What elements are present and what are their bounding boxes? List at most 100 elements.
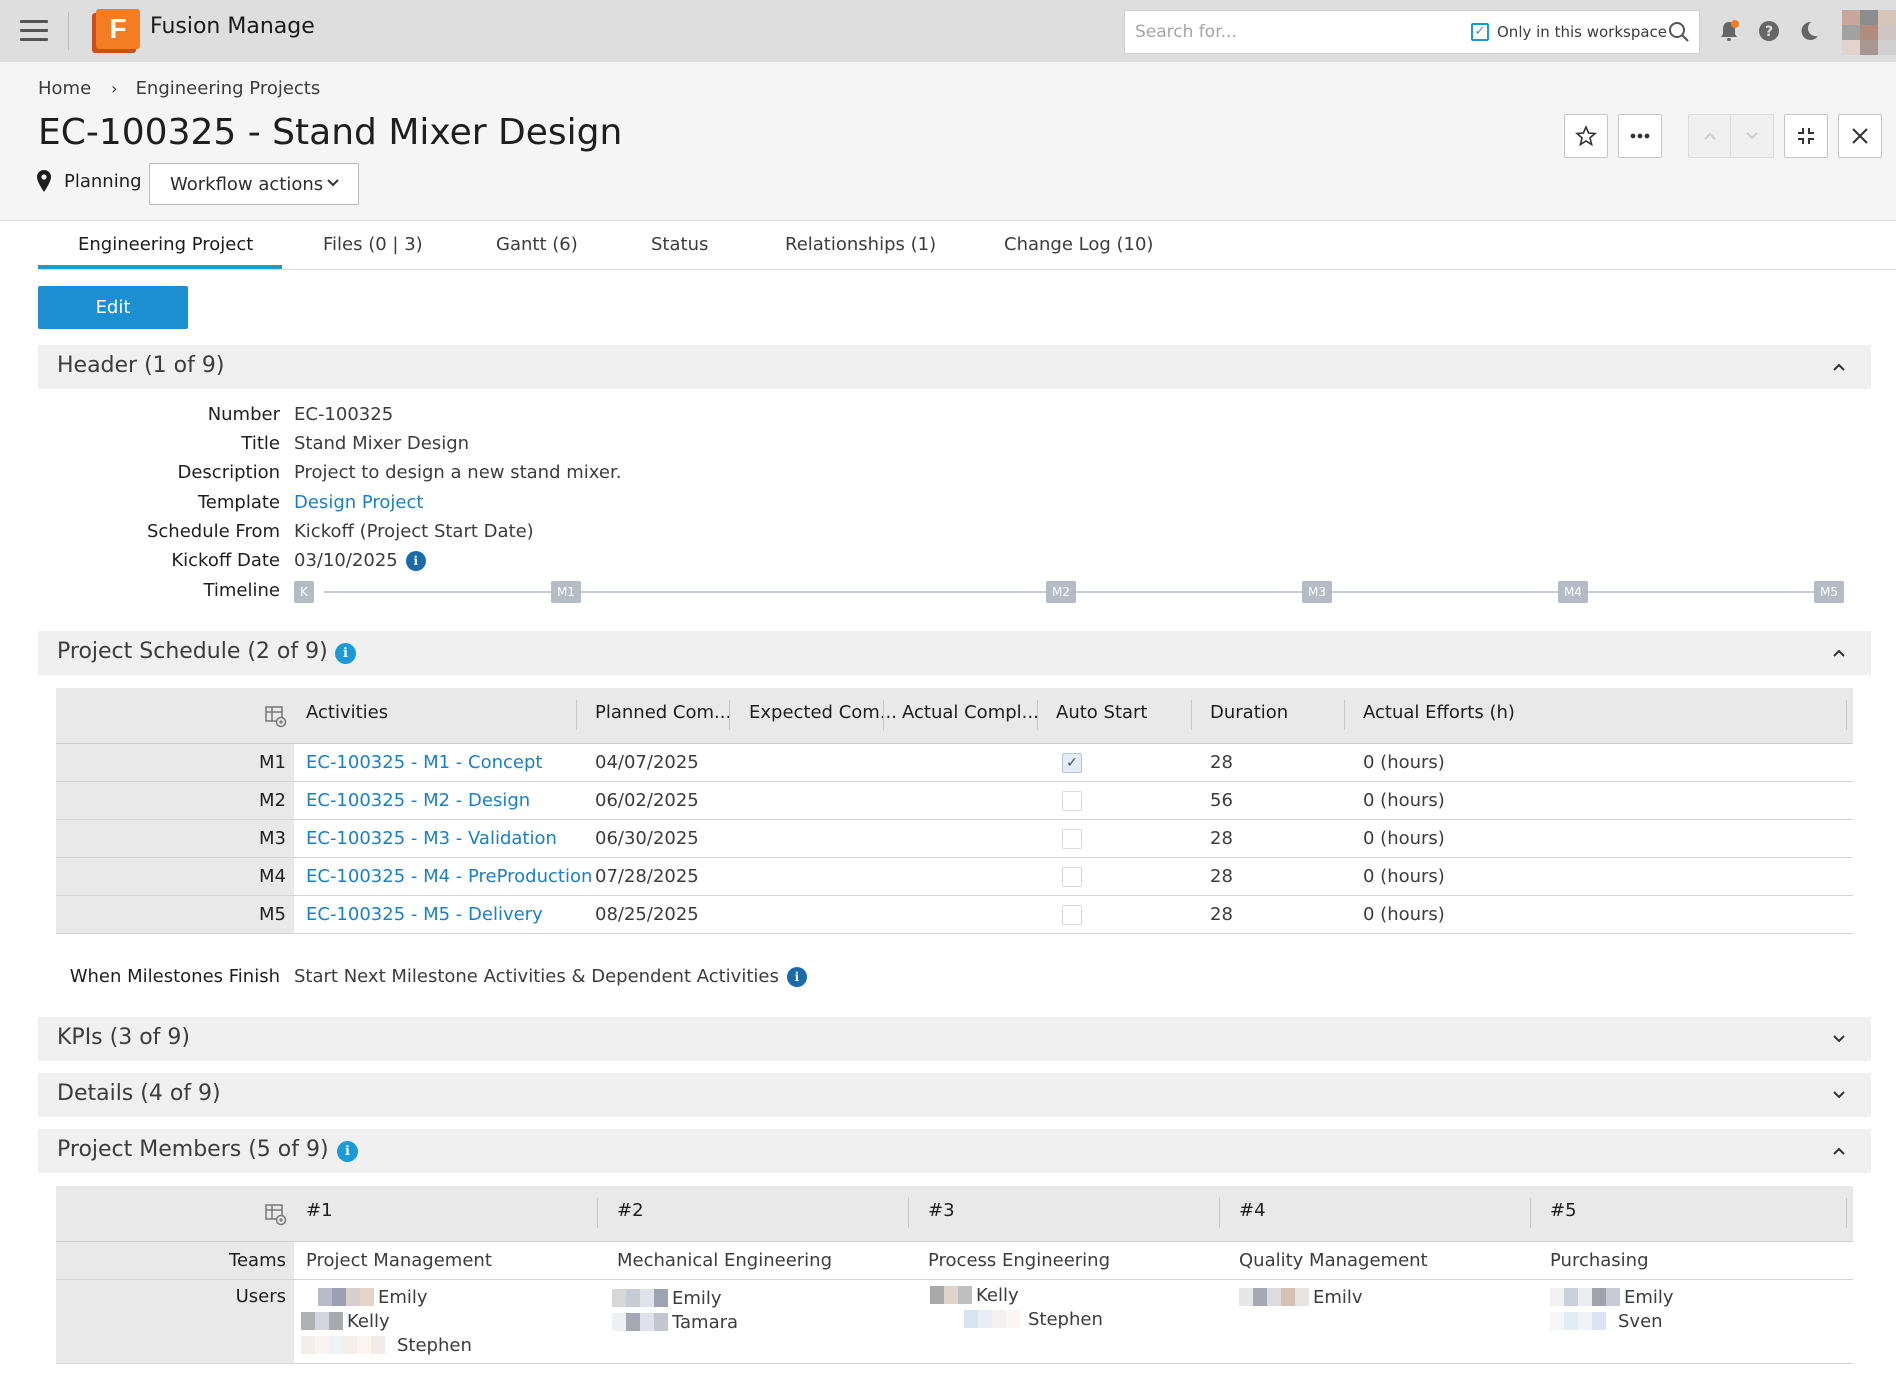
auto-start-checkbox[interactable] xyxy=(1062,829,1082,849)
tab-bar: Engineering Project Files (0 | 3) Gantt … xyxy=(38,222,1896,270)
breadcrumb-workspace[interactable]: Engineering Projects xyxy=(136,78,321,99)
table-settings-icon[interactable] xyxy=(264,704,288,728)
collapse-view-button[interactable] xyxy=(1784,114,1828,158)
info-icon[interactable]: i xyxy=(335,643,356,664)
help-icon[interactable]: ? xyxy=(1756,18,1782,44)
chevron-up-icon[interactable] xyxy=(1831,1143,1847,1159)
timeline-node-m4[interactable]: M4 xyxy=(1558,581,1588,603)
breadcrumb-home[interactable]: Home xyxy=(38,78,91,99)
timeline-node-m1[interactable]: M1 xyxy=(551,581,581,603)
auto-start-checkbox[interactable]: ✓ xyxy=(1062,753,1082,773)
user-chip[interactable]: Kelly xyxy=(930,1284,1019,1306)
column-header-member-1[interactable]: #1 xyxy=(306,1200,333,1221)
user-chip[interactable]: Stephen xyxy=(964,1308,1103,1330)
next-item-button[interactable] xyxy=(1730,114,1774,158)
close-button[interactable] xyxy=(1838,114,1882,158)
column-header-activities[interactable]: Activities xyxy=(306,702,388,723)
user-chip[interactable]: Emilv xyxy=(1239,1286,1363,1308)
column-header-member-3[interactable]: #3 xyxy=(928,1200,955,1221)
user-chip[interactable]: Emily xyxy=(318,1286,428,1308)
planned-date: 08/25/2025 xyxy=(595,904,699,925)
chevron-down-icon[interactable] xyxy=(1831,1031,1847,1047)
section-project-schedule[interactable]: Project Schedule (2 of 9) i xyxy=(38,631,1871,675)
column-header-duration[interactable]: Duration xyxy=(1210,702,1288,723)
info-icon[interactable]: i xyxy=(786,967,807,987)
previous-item-button[interactable] xyxy=(1688,114,1732,158)
field-label-number: Number xyxy=(207,404,280,425)
edit-button[interactable]: Edit xyxy=(38,286,188,329)
user-chip[interactable]: Emily xyxy=(1550,1286,1674,1308)
timeline-node-kickoff[interactable]: K xyxy=(294,581,314,603)
section-kpis[interactable]: KPIs (3 of 9) xyxy=(38,1017,1871,1061)
column-header-member-2[interactable]: #2 xyxy=(617,1200,644,1221)
auto-start-checkbox[interactable] xyxy=(1062,791,1082,811)
column-header-member-5[interactable]: #5 xyxy=(1550,1200,1577,1221)
table-row: M1 EC-100325 - M1 - Concept 04/07/2025 ✓… xyxy=(56,744,1853,782)
app-logo[interactable]: F xyxy=(92,9,140,53)
user-chip[interactable]: Sven xyxy=(1550,1310,1663,1332)
activity-link[interactable]: EC-100325 - M2 - Design xyxy=(306,790,530,811)
tab-files[interactable]: Files (0 | 3) xyxy=(323,234,423,255)
chevron-up-icon[interactable] xyxy=(1831,359,1847,375)
field-value-kickoff-date: 03/10/2025 i xyxy=(294,550,426,571)
user-name: Sven xyxy=(1618,1310,1663,1332)
tab-relationships[interactable]: Relationships (1) xyxy=(785,234,936,255)
activity-link[interactable]: EC-100325 - M4 - PreProduction xyxy=(306,866,592,887)
table-header: Activities Planned Com... Expected Com..… xyxy=(56,688,1853,744)
timeline-node-m5[interactable]: M5 xyxy=(1814,581,1844,603)
breadcrumb: Home › Engineering Projects xyxy=(38,78,320,99)
column-header-member-4[interactable]: #4 xyxy=(1239,1200,1266,1221)
info-icon[interactable]: i xyxy=(337,1141,358,1162)
activity-link[interactable]: EC-100325 - M1 - Concept xyxy=(306,752,542,773)
table-header: #1 #2 #3 #4 #5 xyxy=(56,1186,1853,1242)
column-header-efforts[interactable]: Actual Efforts (h) xyxy=(1363,702,1515,723)
avatar xyxy=(964,1310,1020,1328)
section-project-members[interactable]: Project Members (5 of 9) i xyxy=(38,1129,1871,1173)
more-actions-button[interactable] xyxy=(1618,114,1662,158)
field-label-title: Title xyxy=(241,433,280,454)
user-chip[interactable]: Tamara xyxy=(612,1311,738,1333)
tab-change-log[interactable]: Change Log (10) xyxy=(1004,234,1153,255)
column-header-expected[interactable]: Expected Com... xyxy=(749,702,897,723)
section-details[interactable]: Details (4 of 9) xyxy=(38,1073,1871,1117)
chevron-right-icon: › xyxy=(111,79,118,98)
avatar xyxy=(1239,1288,1309,1306)
chevron-down-icon[interactable] xyxy=(1831,1087,1847,1103)
table-settings-icon[interactable] xyxy=(264,1202,288,1226)
user-chip[interactable]: Emily xyxy=(612,1287,722,1309)
column-header-auto-start[interactable]: Auto Start xyxy=(1056,702,1148,723)
user-name: Emily xyxy=(1624,1286,1674,1308)
actual-efforts: 0 (hours) xyxy=(1363,790,1445,811)
user-chip[interactable]: Kelly xyxy=(301,1310,390,1332)
notification-bell-icon[interactable] xyxy=(1716,18,1742,44)
column-header-planned[interactable]: Planned Com... xyxy=(595,702,731,723)
user-chip[interactable]: Stephen xyxy=(301,1334,472,1356)
auto-start-checkbox[interactable] xyxy=(1062,905,1082,925)
workspace-only-checkbox[interactable]: ✓ xyxy=(1471,23,1489,41)
section-header[interactable]: Header (1 of 9) xyxy=(38,345,1871,389)
chevron-up-icon[interactable] xyxy=(1831,645,1847,661)
search-input[interactable] xyxy=(1135,19,1465,45)
user-name: Tamara xyxy=(672,1311,739,1333)
workflow-actions-button[interactable]: Workflow actions xyxy=(149,163,359,205)
search-icon[interactable] xyxy=(1667,20,1691,44)
workflow-state: Planning xyxy=(36,170,142,192)
tab-gantt[interactable]: Gantt (6) xyxy=(496,234,578,255)
dark-mode-icon[interactable] xyxy=(1796,18,1822,44)
timeline-node-m2[interactable]: M2 xyxy=(1046,581,1076,603)
tab-engineering-project[interactable]: Engineering Project xyxy=(78,234,253,255)
column-header-actual[interactable]: Actual Compl... xyxy=(902,702,1039,723)
timeline-node-m3[interactable]: M3 xyxy=(1302,581,1332,603)
activity-link[interactable]: EC-100325 - M3 - Validation xyxy=(306,828,557,849)
menu-icon[interactable] xyxy=(20,20,48,42)
auto-start-checkbox[interactable] xyxy=(1062,867,1082,887)
planned-date: 04/07/2025 xyxy=(595,752,699,773)
template-link[interactable]: Design Project xyxy=(294,492,423,513)
avatar xyxy=(930,1286,972,1304)
tab-status[interactable]: Status xyxy=(651,234,708,255)
activity-link[interactable]: EC-100325 - M5 - Delivery xyxy=(306,904,543,925)
user-avatar[interactable] xyxy=(1842,10,1896,55)
bookmark-button[interactable] xyxy=(1564,114,1608,158)
team-name: Mechanical Engineering xyxy=(617,1250,832,1271)
info-icon[interactable]: i xyxy=(405,551,426,571)
